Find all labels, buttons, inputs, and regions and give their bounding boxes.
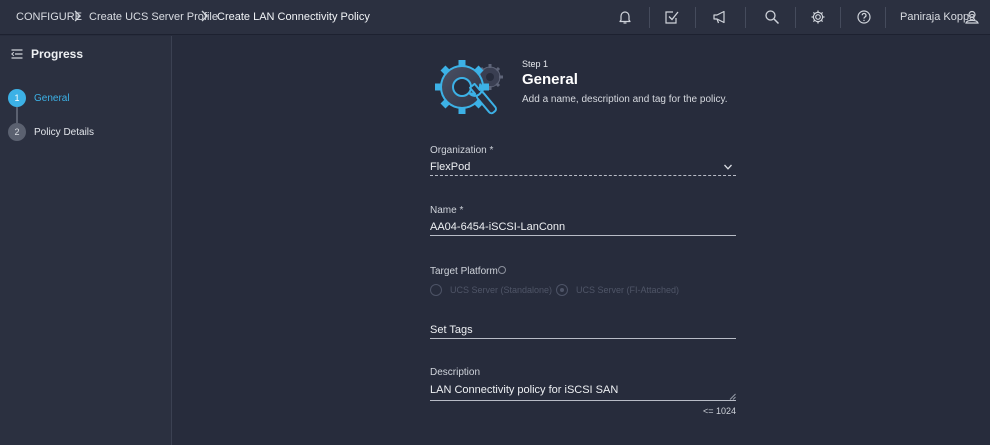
step-2-label[interactable]: Policy Details xyxy=(34,127,94,138)
breadcrumb-server-profile[interactable]: Create UCS Server Profile xyxy=(89,11,218,23)
radio-fi-attached-label: UCS Server (FI-Attached) xyxy=(576,285,680,295)
toolbar-divider xyxy=(885,7,886,28)
configuration-gear-icon xyxy=(435,60,503,115)
radio-fi-attached[interactable] xyxy=(556,284,568,296)
set-tags-input[interactable]: Set Tags xyxy=(430,324,473,336)
progress-sidebar: Progress 1 2 General Policy Details xyxy=(0,36,172,445)
top-bar: CONFIGURE Create UCS Server Profile Crea… xyxy=(0,0,990,35)
step-1-label[interactable]: General xyxy=(34,93,70,104)
description-textarea[interactable]: LAN Connectivity policy for iSCSI SAN xyxy=(430,384,618,396)
step-connector xyxy=(16,107,18,123)
bell-icon[interactable] xyxy=(617,9,633,25)
step-title: General xyxy=(522,71,578,88)
name-underline xyxy=(430,235,736,236)
set-tags-underline xyxy=(430,338,736,339)
name-label: Name * xyxy=(430,205,464,216)
radio-standalone[interactable] xyxy=(430,284,442,296)
toolbar-divider xyxy=(649,7,650,28)
target-platform-label: Target Platform xyxy=(430,266,498,277)
sidebar-title: Progress xyxy=(31,47,84,61)
step-2-indicator[interactable]: 2 xyxy=(8,123,26,141)
step-number-label: Step 1 xyxy=(522,59,549,69)
breadcrumb-current: Create LAN Connectivity Policy xyxy=(217,11,370,23)
chevron-right-icon xyxy=(201,10,208,22)
description-label: Description xyxy=(430,367,481,378)
info-icon[interactable] xyxy=(498,266,506,274)
organization-select[interactable]: FlexPod xyxy=(430,161,470,173)
help-icon[interactable] xyxy=(856,9,872,25)
name-input[interactable]: AA04-6454-iSCSI-LanConn xyxy=(430,221,565,233)
toolbar-divider xyxy=(745,7,746,28)
organization-label: Organization * xyxy=(430,145,494,156)
tasks-icon[interactable] xyxy=(664,9,680,25)
user-icon[interactable] xyxy=(964,9,980,25)
resize-handle-icon[interactable] xyxy=(729,393,736,400)
step-description: Add a name, description and tag for the … xyxy=(522,94,728,105)
step-1-indicator[interactable]: 1 xyxy=(8,89,26,107)
search-icon[interactable] xyxy=(764,9,780,25)
radio-standalone-label: UCS Server (Standalone) xyxy=(450,285,553,295)
breadcrumb-configure[interactable]: CONFIGURE xyxy=(16,11,82,23)
collapse-menu-icon[interactable] xyxy=(11,48,23,60)
organization-underline xyxy=(430,175,736,176)
character-limit: <= 1024 xyxy=(703,406,737,416)
chevron-down-icon[interactable] xyxy=(724,164,732,170)
gear-icon[interactable] xyxy=(810,9,826,25)
toolbar-divider xyxy=(840,7,841,28)
toolbar-divider xyxy=(795,7,796,28)
megaphone-icon[interactable] xyxy=(712,9,728,25)
chevron-right-icon xyxy=(74,10,81,22)
toolbar-divider xyxy=(695,7,696,28)
description-underline xyxy=(430,400,736,401)
